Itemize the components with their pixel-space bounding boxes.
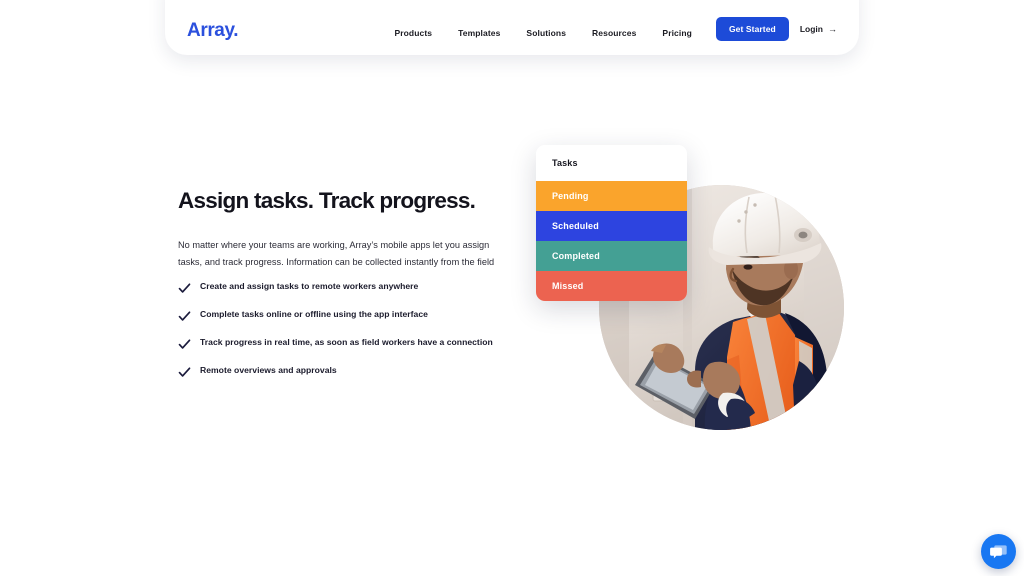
navbar-actions: Get Started Login →: [715, 17, 837, 43]
list-item: Create and assign tasks to remote worker…: [178, 281, 508, 295]
hero-visual: Tasks Pending Scheduled Completed Missed: [536, 145, 846, 435]
site-header: Array. Products Templates Solutions Reso…: [165, 0, 859, 55]
task-row-missed[interactable]: Missed: [536, 271, 687, 301]
task-card-header: Tasks: [536, 145, 687, 181]
nav-item-pricing[interactable]: Pricing: [662, 28, 692, 38]
navbar: Array. Products Templates Solutions Reso…: [165, 0, 859, 55]
task-card-title: Tasks: [552, 158, 578, 168]
arrow-right-icon: →: [828, 23, 837, 34]
task-row-label: Scheduled: [552, 221, 599, 231]
list-item: Track progress in real time, as soon as …: [178, 337, 508, 351]
nav-item-solutions[interactable]: Solutions: [526, 28, 566, 38]
task-row-completed[interactable]: Completed: [536, 241, 687, 271]
feature-label: Track progress in real time, as soon as …: [200, 337, 493, 347]
feature-label: Complete tasks online or offline using t…: [200, 309, 428, 319]
login-label: Login: [799, 24, 823, 34]
primary-nav: Products Templates Solutions Resources P…: [394, 28, 691, 43]
brand-logo[interactable]: Array.: [187, 21, 239, 43]
task-row-label: Missed: [552, 281, 584, 291]
check-icon: [178, 310, 191, 323]
check-icon: [178, 282, 191, 295]
check-icon: [178, 338, 191, 351]
list-item: Complete tasks online or offline using t…: [178, 309, 508, 323]
page-title: Assign tasks. Track progress.: [178, 188, 476, 213]
list-item: Remote overviews and approvals: [178, 365, 508, 379]
login-link[interactable]: Login →: [800, 24, 837, 34]
get-started-button[interactable]: Get Started: [715, 17, 789, 41]
feature-list: Create and assign tasks to remote worker…: [178, 281, 508, 379]
nav-item-products[interactable]: Products: [394, 28, 432, 38]
nav-item-templates[interactable]: Templates: [458, 28, 500, 38]
task-status-card: Tasks Pending Scheduled Completed Missed: [536, 145, 687, 301]
hero-subtitle: No matter where your teams are working, …: [178, 239, 495, 268]
task-row-label: Completed: [552, 251, 600, 261]
chat-widget-button[interactable]: [981, 534, 1016, 569]
task-row-pending[interactable]: Pending: [536, 181, 687, 211]
chat-bubbles-icon: [989, 542, 1008, 561]
hero-text-block: Assign tasks. Track progress. No matter …: [178, 188, 508, 272]
task-row-label: Pending: [552, 191, 589, 201]
nav-item-resources[interactable]: Resources: [592, 28, 636, 38]
feature-label: Remote overviews and approvals: [200, 365, 337, 375]
check-icon: [178, 366, 191, 379]
task-row-scheduled[interactable]: Scheduled: [536, 211, 687, 241]
feature-label: Create and assign tasks to remote worker…: [200, 281, 419, 291]
